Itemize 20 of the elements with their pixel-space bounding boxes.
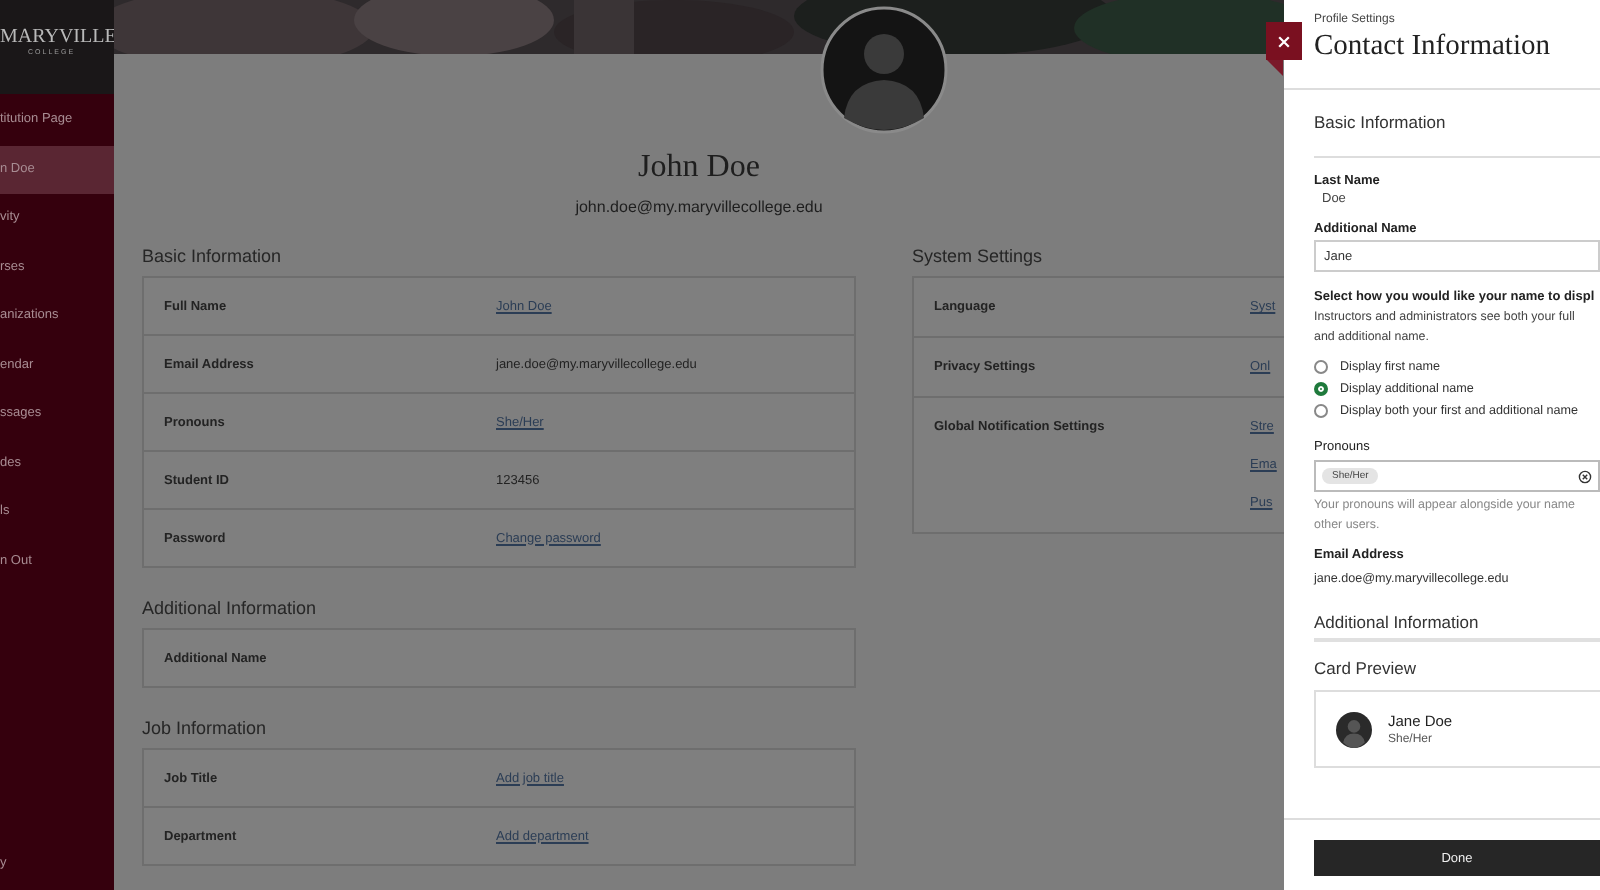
section-title: Job Information	[142, 716, 269, 740]
profile-email: john.doe@my.maryvillecollege.edu	[573, 198, 825, 216]
section-title: System Settings	[912, 244, 1045, 268]
section-title: Additional Information	[1314, 612, 1600, 642]
panel-title: Contact Information	[1314, 30, 1552, 64]
corner-flag-icon	[1266, 60, 1284, 76]
close-icon	[1276, 33, 1292, 49]
close-button[interactable]	[1266, 22, 1302, 60]
avatar	[1336, 711, 1372, 747]
profile-name: John Doe	[636, 150, 762, 186]
section-title: Basic Information	[142, 244, 284, 268]
section-title: Additional Information	[142, 596, 319, 620]
radio-button[interactable]	[1314, 404, 1328, 418]
radio-button[interactable]	[1314, 382, 1328, 396]
section-title: Basic Information	[1314, 90, 1600, 158]
section-title: Card Preview	[1314, 658, 1419, 678]
clear-icon[interactable]	[1578, 469, 1592, 483]
radio-button[interactable]	[1314, 360, 1328, 374]
avatar	[820, 6, 948, 134]
logo-name: MARYVILLE	[0, 26, 117, 48]
